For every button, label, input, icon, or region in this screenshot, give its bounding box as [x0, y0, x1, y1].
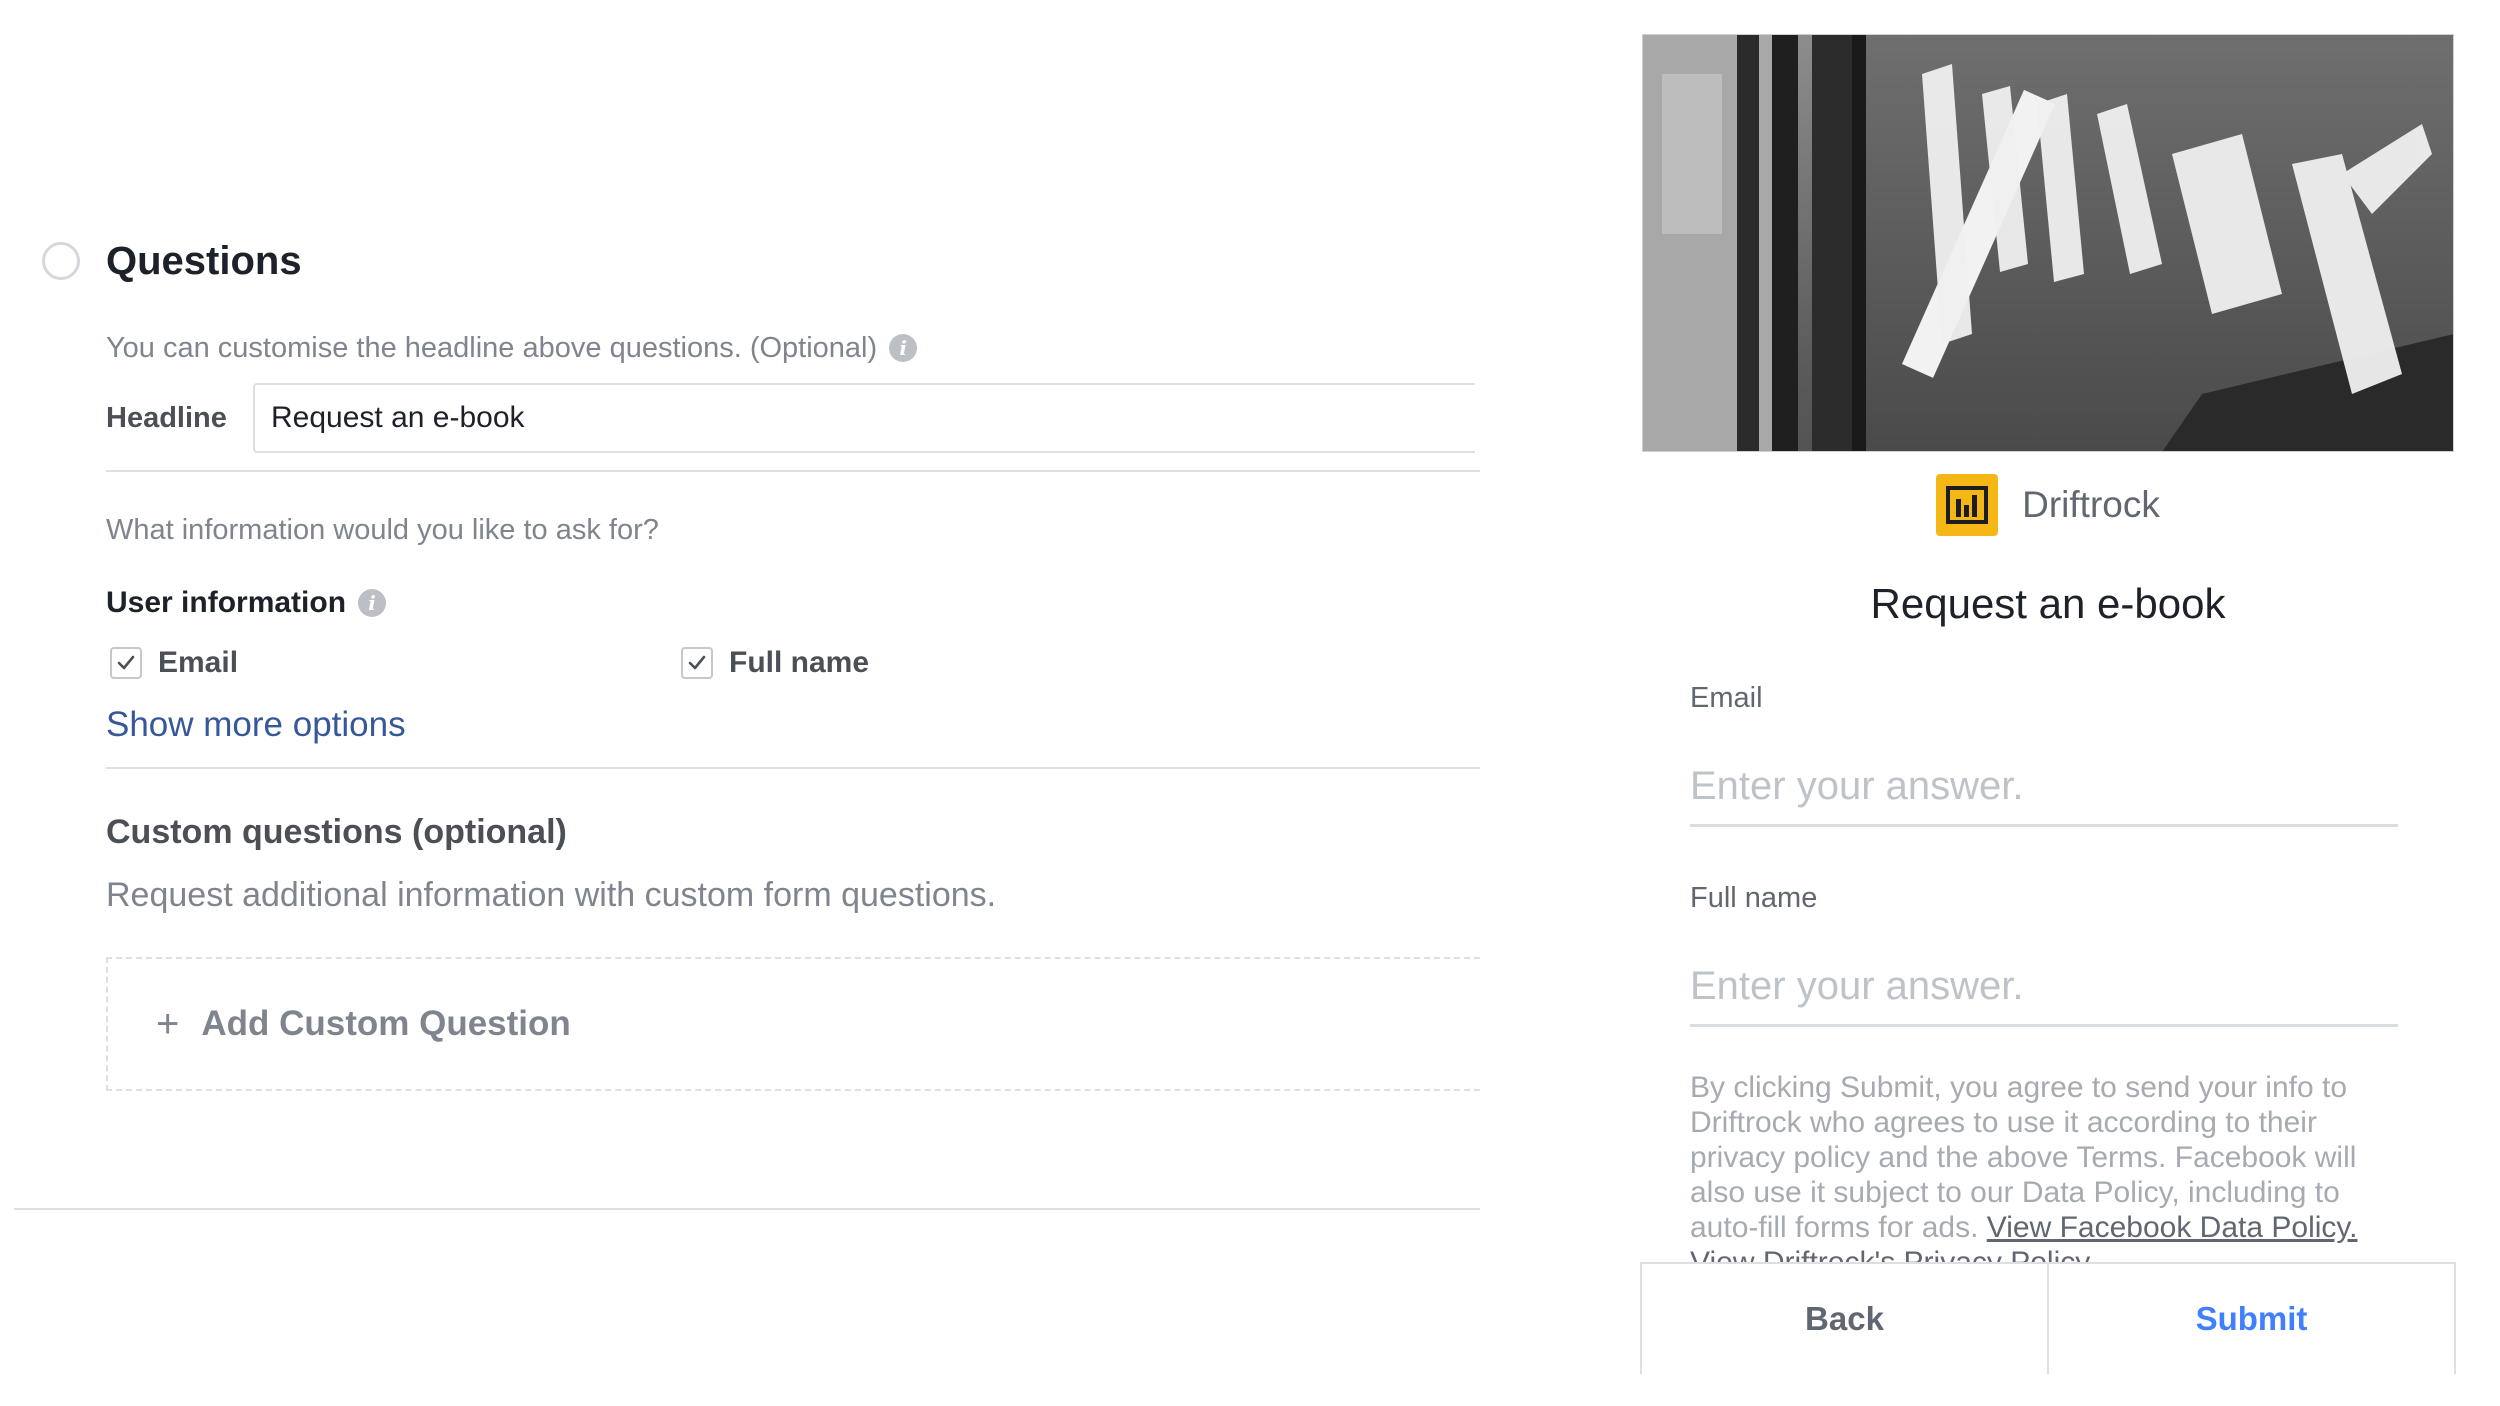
custom-questions-title: Custom questions (optional) — [106, 813, 567, 851]
back-button[interactable]: Back — [1642, 1264, 2049, 1374]
add-custom-question-label: Add Custom Question — [201, 1004, 571, 1043]
checkmark-icon — [688, 655, 706, 670]
email-checkbox-row[interactable]: Email — [110, 645, 238, 681]
form-title: Request an e-book — [1870, 580, 2226, 627]
info-icon[interactable]: i — [889, 334, 918, 362]
full-name-field-label: Full name — [1690, 882, 1818, 914]
add-custom-question-button[interactable]: + Add Custom Question — [106, 957, 1480, 1091]
divider — [106, 470, 1480, 472]
headline-hint-text: You can customise the headline above que… — [106, 332, 878, 364]
headline-hint: You can customise the headline above que… — [106, 330, 918, 366]
full-name-field[interactable]: Enter your answer. — [1690, 962, 2398, 1027]
driftrock-logo-icon — [1936, 474, 1999, 536]
checkmark-icon — [117, 655, 135, 670]
brand-name: Driftrock — [2022, 484, 2160, 525]
bar-chart-icon — [1946, 486, 1989, 524]
email-checkbox-label: Email — [158, 646, 239, 679]
info-prompt: What information would you like to ask f… — [106, 514, 659, 546]
headline-input[interactable]: Request an e-book — [253, 383, 1475, 453]
user-information-heading: User information i — [106, 585, 387, 621]
email-field[interactable]: Enter your answer. — [1690, 762, 2398, 827]
divider — [14, 1208, 1480, 1210]
email-checkbox[interactable] — [110, 647, 142, 679]
plus-icon: + — [156, 1002, 180, 1046]
consent-disclaimer: By clicking Submit, you agree to send yo… — [1690, 1070, 2410, 1292]
form-preview: Driftrock Request an e-book Email Enter … — [1640, 34, 2456, 1374]
custom-questions-description: Request additional information with cust… — [106, 876, 997, 914]
brand-row: Driftrock — [1640, 474, 2456, 536]
full-name-checkbox-label: Full name — [729, 646, 870, 679]
email-field-label: Email — [1690, 682, 1763, 714]
section-title: Questions — [106, 239, 302, 283]
hero-photo — [1642, 34, 2454, 452]
full-name-checkbox[interactable] — [681, 647, 713, 679]
headline-label: Headline — [106, 402, 227, 434]
show-more-options-link[interactable]: Show more options — [106, 704, 406, 746]
section-radio[interactable] — [42, 242, 80, 280]
user-information-label: User information — [106, 586, 347, 619]
hero-image — [1642, 34, 2454, 452]
full-name-checkbox-row[interactable]: Full name — [681, 645, 869, 681]
preview-footer: Back Submit — [1640, 1262, 2456, 1374]
questions-editor: Questions You can customise the headline… — [0, 0, 1480, 1406]
info-icon[interactable]: i — [358, 589, 387, 617]
divider — [106, 767, 1480, 769]
submit-button[interactable]: Submit — [2049, 1264, 2454, 1374]
